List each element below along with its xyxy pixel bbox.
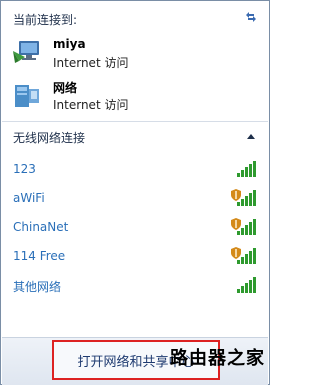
wifi-network-name: aWiFi	[13, 191, 45, 205]
signal-strength-icon	[237, 277, 256, 293]
wifi-network-item[interactable]: aWiFi	[1, 185, 269, 213]
current-connection-header: 当前连接到:	[13, 13, 78, 27]
signal-strength-icon	[237, 190, 256, 206]
connection-name: miya	[53, 37, 86, 51]
wifi-network-item[interactable]: 123	[1, 156, 269, 184]
network-flyout-panel: 当前连接到: miya Internet 访问 网络 Internet 访问 无…	[0, 0, 270, 385]
watermark-logo: 路由器之家	[170, 348, 265, 369]
signal-strength-icon	[237, 248, 256, 264]
signal-strength-icon	[237, 161, 256, 177]
signal-strength-icon	[237, 219, 256, 235]
network-computer-icon	[15, 85, 39, 107]
wifi-network-name: 123	[13, 162, 36, 176]
chevron-up-icon[interactable]	[247, 133, 255, 139]
network-monitor-icon	[13, 41, 39, 63]
connection-item-miya[interactable]: miya Internet 访问	[11, 37, 251, 71]
connection-status: Internet 访问	[53, 56, 129, 70]
wifi-network-name: ChinaNet	[13, 220, 69, 234]
wifi-network-item[interactable]: 其他网络	[1, 272, 269, 300]
refresh-icon[interactable]	[243, 9, 259, 25]
wifi-network-name: 114 Free	[13, 249, 66, 263]
connection-status: Internet 访问	[53, 98, 129, 112]
connection-item-network[interactable]: 网络 Internet 访问	[11, 79, 251, 113]
wifi-network-name: 其他网络	[13, 280, 62, 294]
wireless-section-header: 无线网络连接	[13, 131, 86, 145]
wifi-network-item[interactable]: ChinaNet	[1, 214, 269, 242]
connection-name: 网络	[53, 81, 78, 95]
flyout-footer: 打开网络和共享中心 路由器之家	[2, 337, 268, 385]
section-divider	[2, 121, 268, 122]
wifi-network-item[interactable]: 114 Free	[1, 243, 269, 271]
